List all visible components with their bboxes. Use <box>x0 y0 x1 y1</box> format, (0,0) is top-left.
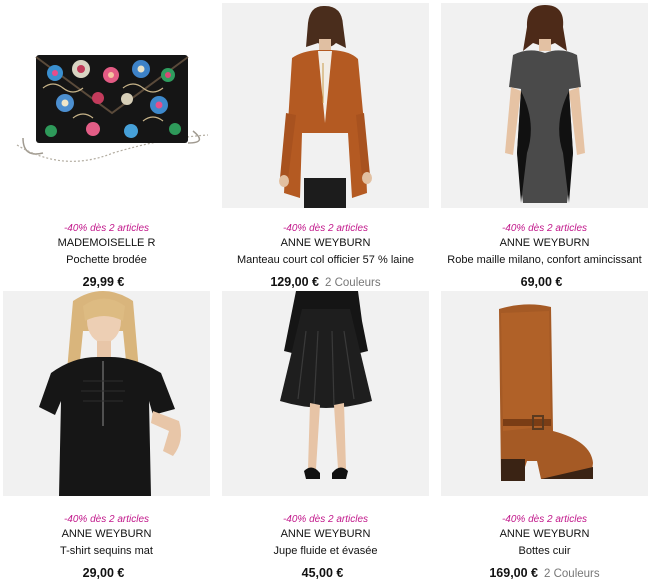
brand-name[interactable]: ANNE WEYBURN <box>441 236 648 250</box>
price-row: 29,00 € <box>3 565 210 581</box>
product-title[interactable]: Manteau court col officier 57 % laine <box>222 253 429 267</box>
product-image[interactable] <box>441 291 648 496</box>
price-row: 129,00 € 2 Couleurs <box>222 274 429 290</box>
product-price: 129,00 € <box>270 275 320 289</box>
promo-label: -40% dès 2 articles <box>501 223 588 234</box>
promo-label: -40% dès 2 articles <box>501 514 588 525</box>
product-info: -40% dès 2 articles ANNE WEYBURN Manteau… <box>222 222 429 290</box>
brand-name[interactable]: ANNE WEYBURN <box>3 527 210 541</box>
boot-illustration <box>499 304 593 481</box>
product-info: -40% dès 2 articles ANNE WEYBURN Bottes … <box>441 513 648 581</box>
coat-model-illustration <box>279 5 372 208</box>
skirt-model-illustration <box>280 291 372 479</box>
product-title[interactable]: T-shirt sequins mat <box>3 544 210 558</box>
price-row: 45,00 € <box>222 565 429 581</box>
price-row: 169,00 € 2 Couleurs <box>441 565 648 581</box>
product-info: -40% dès 2 articles MADEMOISELLE R Poche… <box>3 222 210 290</box>
brand-name[interactable]: ANNE WEYBURN <box>222 527 429 541</box>
promo-label: -40% dès 2 articles <box>63 223 150 234</box>
promo-label: -40% dès 2 articles <box>63 514 150 525</box>
color-count[interactable]: 2 Couleurs <box>544 568 600 580</box>
promo-label: -40% dès 2 articles <box>282 514 369 525</box>
product-price: 169,00 € <box>489 566 539 580</box>
product-title[interactable]: Jupe fluide et évasée <box>222 544 429 558</box>
brand-name[interactable]: ANNE WEYBURN <box>222 236 429 250</box>
color-count[interactable]: 2 Couleurs <box>325 277 381 289</box>
promo-label: -40% dès 2 articles <box>282 223 369 234</box>
product-price: 69,00 € <box>520 275 563 289</box>
product-price: 29,99 € <box>82 275 125 289</box>
dress-model-illustration <box>505 5 585 203</box>
product-price: 45,00 € <box>301 566 344 580</box>
tshirt-model-illustration <box>39 291 181 496</box>
product-image[interactable] <box>222 291 429 496</box>
product-info: -40% dès 2 articles ANNE WEYBURN Jupe fl… <box>222 513 429 581</box>
brand-name[interactable]: MADEMOISELLE R <box>3 236 210 250</box>
product-title[interactable]: Bottes cuir <box>441 544 648 558</box>
price-row: 29,99 € <box>3 274 210 290</box>
product-info: -40% dès 2 articles ANNE WEYBURN Robe ma… <box>441 222 648 290</box>
product-image[interactable] <box>222 3 429 208</box>
product-image[interactable] <box>441 3 648 208</box>
product-title[interactable]: Pochette brodée <box>3 253 210 267</box>
brand-name[interactable]: ANNE WEYBURN <box>441 527 648 541</box>
product-image[interactable] <box>3 291 210 496</box>
product-image[interactable] <box>3 3 210 208</box>
clutch-bag-illustration <box>16 55 209 162</box>
product-price: 29,00 € <box>82 566 125 580</box>
product-info: -40% dès 2 articles ANNE WEYBURN T-shirt… <box>3 513 210 581</box>
product-title[interactable]: Robe maille milano, confort amincissant <box>441 253 648 267</box>
price-row: 69,00 € <box>441 274 648 290</box>
